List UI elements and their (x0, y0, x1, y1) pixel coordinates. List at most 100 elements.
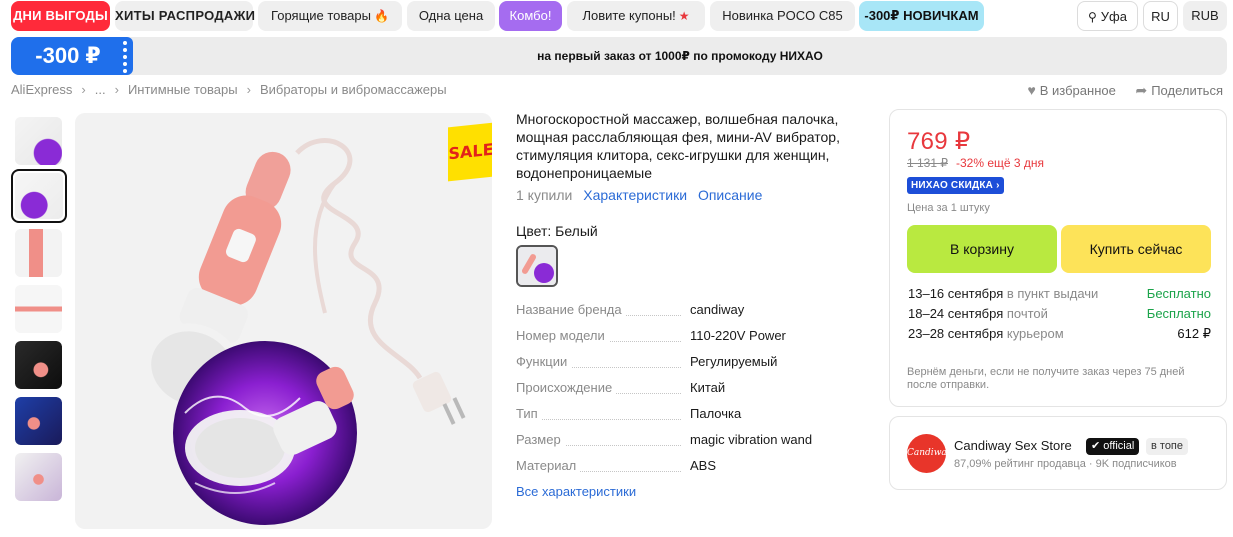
nav-chip-coupons[interactable]: Ловите купоны! ★ (567, 1, 705, 31)
all-specs-link[interactable]: Все характеристики (516, 484, 636, 499)
spec-row: Название бренда candiway (516, 300, 866, 320)
top-badge: в топе (1146, 438, 1189, 455)
current-price: 769 ₽ (907, 128, 971, 155)
product-main-image[interactable]: SALE (75, 113, 492, 529)
nav-chip-sale-days[interactable]: ДНИ ВЫГОДЫ (11, 1, 110, 31)
color-label: Цвет: Белый (516, 223, 598, 239)
chevron-right-icon: › (993, 180, 1000, 191)
old-price: 1 131 ₽ (907, 156, 948, 170)
thumbnail-active[interactable] (11, 169, 67, 223)
share-label: Поделиться (1151, 83, 1223, 98)
delivery-cost: Бесплатно (1146, 306, 1211, 321)
thumbnail[interactable] (15, 285, 62, 333)
spec-value: candiway (690, 302, 745, 317)
delivery-method: курьером (1006, 326, 1064, 341)
top-nav: ДНИ ВЫГОДЫ ХИТЫ РАСПРОДАЖИ Горящие товар… (0, 0, 1233, 34)
unit-price-note: Цена за 1 штуку (907, 202, 990, 214)
thumbnail[interactable] (15, 453, 62, 501)
chevron-right-icon: › (81, 82, 86, 97)
spec-value: ABS (690, 458, 717, 473)
spec-value: Китай (690, 380, 726, 395)
nav-chip-label: Ловите купоны! (582, 8, 676, 23)
heart-icon: ♥ (1027, 82, 1036, 98)
nav-chip-label: ХИТЫ РАСПРОДАЖИ (115, 8, 256, 23)
location-label: Уфа (1100, 9, 1127, 24)
nav-chip-combo[interactable]: Комбо! (499, 1, 562, 31)
share-button[interactable]: ➦ Поделиться (1135, 82, 1223, 99)
nav-chip-newcomers[interactable]: -300₽ НОВИЧКАМ (859, 1, 984, 31)
breadcrumb: AliExpress ›... › Интимные товары › Вибраторы… (11, 82, 447, 97)
nav-chip-hits[interactable]: ХИТЫ РАСПРОДАЖИ (115, 1, 256, 31)
thumbnail[interactable] (15, 397, 62, 445)
add-to-cart-button[interactable]: В корзину (907, 225, 1057, 273)
specs-link[interactable]: Характеристики (583, 187, 687, 203)
spec-row: Функции Регулируемый (516, 352, 866, 372)
swatch-image (518, 247, 556, 285)
thumbnail[interactable] (15, 117, 62, 165)
buy-now-button[interactable]: Купить сейчас (1061, 225, 1211, 273)
spec-row: Материал ABS (516, 456, 866, 476)
breadcrumb-item[interactable]: Интимные товары (128, 82, 238, 97)
spec-key: Материал (516, 458, 581, 473)
promo-amount: -300 ₽ (11, 37, 125, 75)
breadcrumb-item[interactable]: ... (95, 82, 106, 97)
thumbnail[interactable] (15, 341, 62, 389)
delivery-option: 23–28 сентября курьером 612 ₽ (908, 326, 1211, 344)
badge-label: НИХАО СКИДКА (911, 180, 994, 191)
breadcrumb-item[interactable]: Вибраторы и вибромассажеры (260, 82, 447, 97)
location-button[interactable]: ⚲ Уфа (1077, 1, 1138, 31)
refund-note: Вернём деньги, если не получите заказ че… (907, 366, 1185, 391)
nihao-discount-badge[interactable]: НИХАО СКИДКА › (907, 177, 1004, 194)
nav-chip-poco[interactable]: Новинка POCO C85 (710, 1, 855, 31)
nav-chip-label: Одна цена (418, 8, 484, 23)
nav-chip-label: -300₽ НОВИЧКАМ (864, 8, 979, 23)
nav-chip-label: Горящие товары (271, 8, 371, 23)
star-icon: ★ (678, 9, 690, 23)
nav-chip-label: Новинка POCO C85 (722, 8, 843, 23)
sale-badge: SALE (448, 122, 492, 182)
product-actions: ♥ В избранное ➦ Поделиться (1011, 82, 1223, 99)
language-label: RU (1151, 9, 1170, 24)
delivery-method: почтой (1006, 306, 1048, 321)
nav-chip-label: Комбо! (509, 8, 552, 23)
currency-button[interactable]: RUB (1183, 1, 1227, 31)
spec-value: magic vibration wand (690, 432, 813, 447)
nav-chip-label: ДНИ ВЫГОДЫ (13, 8, 108, 23)
delivery-option: 18–24 сентября почтой Бесплатно (908, 306, 1211, 324)
color-swatch-white[interactable] (516, 245, 558, 287)
chevron-right-icon: › (246, 82, 251, 97)
nav-chip-one-price[interactable]: Одна цена (407, 1, 495, 31)
promo-tag-notch (123, 37, 133, 75)
seller-subscribers: 9K подписчиков (1095, 458, 1177, 470)
product-meta: 1 купили Характеристики Описание (516, 187, 762, 203)
spec-key: Происхождение (516, 380, 617, 395)
wand-illustration (143, 138, 466, 525)
delivery-method: в пункт выдачи (1006, 286, 1099, 301)
spec-row: Размер magic vibration wand (516, 430, 866, 450)
spec-row: Номер модели 110-220V Power (516, 326, 866, 346)
description-link[interactable]: Описание (698, 187, 762, 203)
seller-name[interactable]: Candiway Sex Store (954, 438, 1072, 453)
delivery-cost: 612 ₽ (1177, 326, 1211, 341)
breadcrumb-item[interactable]: AliExpress (11, 82, 72, 97)
fire-icon: 🔥 (373, 9, 389, 23)
share-icon: ➦ (1135, 82, 1148, 98)
promo-banner[interactable]: -300 ₽ на первый заказ от 1000₽ по промо… (11, 37, 1227, 75)
currency-label: RUB (1191, 8, 1219, 23)
spec-key: Тип (516, 406, 542, 421)
product-title: Многоскоростной массажер, волшебная пало… (516, 111, 840, 181)
spec-key: Размер (516, 432, 565, 447)
bought-count: 1 купили (516, 187, 573, 203)
promo-text: на первый заказ от 1000₽ по промокоду НИ… (537, 49, 823, 63)
thumbnail[interactable] (15, 229, 62, 277)
delivery-option: 13–16 сентября в пункт выдачи Бесплатно (908, 286, 1211, 304)
spec-key: Название бренда (516, 302, 626, 317)
spec-value: Палочка (690, 406, 742, 421)
spec-row: Происхождение Китай (516, 378, 866, 398)
favorite-button[interactable]: ♥ В избранное (1027, 82, 1115, 98)
language-button[interactable]: RU (1143, 1, 1178, 31)
seller-card[interactable]: Candiway Candiway Sex Store ✔ official в… (889, 416, 1227, 490)
spec-value: Регулируемый (690, 354, 778, 369)
delivery-dates: 18–24 сентября (908, 306, 1004, 321)
nav-chip-hot[interactable]: Горящие товары 🔥 (258, 1, 402, 31)
